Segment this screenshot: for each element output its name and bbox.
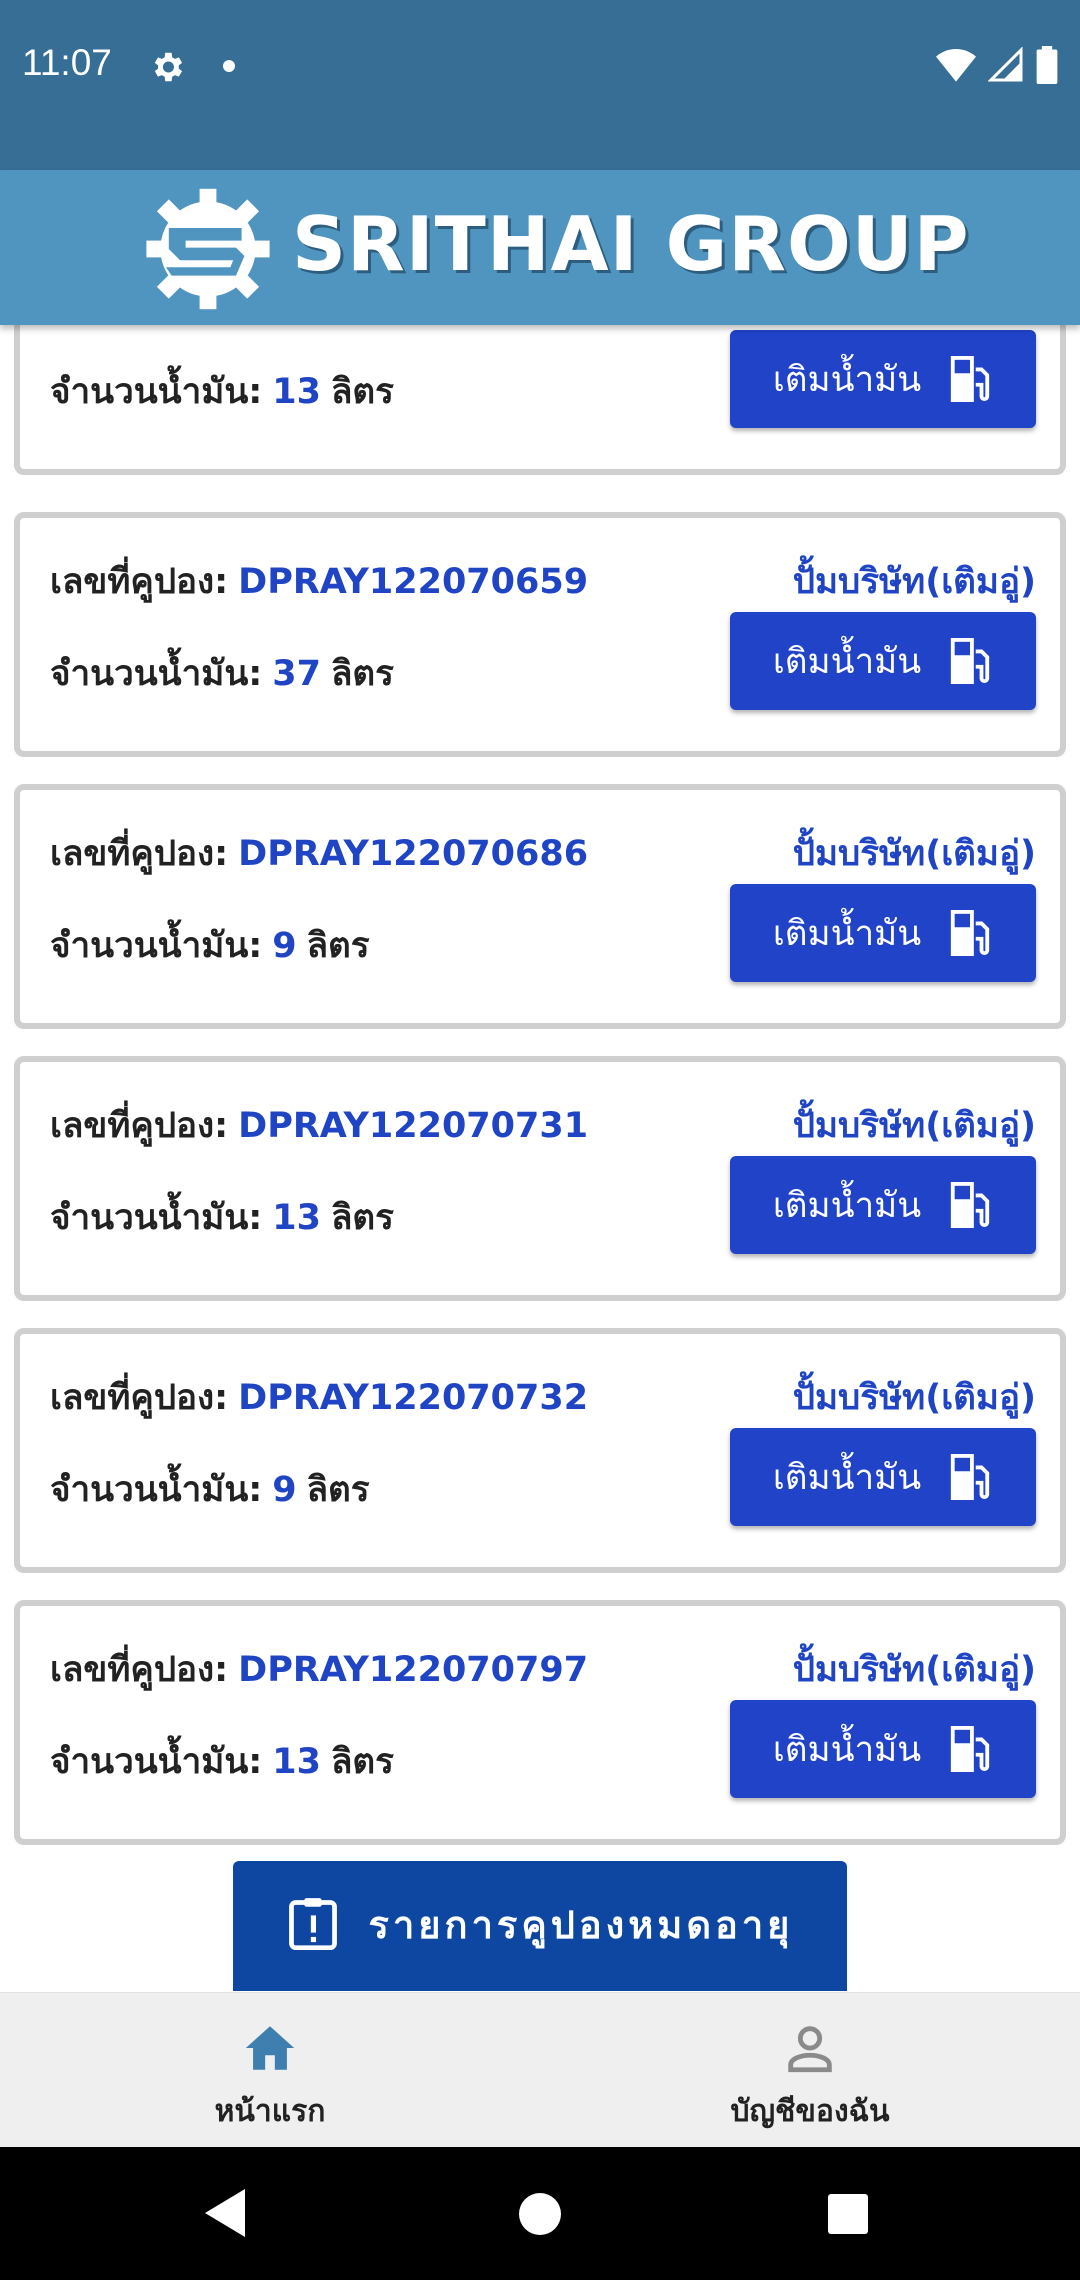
coupon-status: ปั้มบริษัท(เติมอู่) xyxy=(792,834,1036,874)
brand-name: SRITHAI GROUP xyxy=(292,200,970,288)
fuel-amount-row: จำนวนน้ำมัน: 13 ลิตร xyxy=(50,1734,394,1789)
fuel-pump-icon xyxy=(951,1182,990,1228)
fuel-label: จำนวนน้ำมัน: xyxy=(50,1742,263,1782)
fuel-unit: ลิตร xyxy=(330,654,394,694)
status-icons xyxy=(936,46,1058,84)
coupon-card: เลขที่คูปอง: DPRAY122070686 ปั้มบริษัท(เต… xyxy=(14,784,1066,1029)
fill-fuel-button[interactable]: เติมน้ำมัน xyxy=(730,330,1036,428)
fuel-unit: ลิตร xyxy=(306,926,370,966)
coupon-label: เลขที่คูปอง: xyxy=(50,1378,229,1418)
fuel-label: จำนวนน้ำมัน: xyxy=(50,654,263,694)
coupon-status: ปั้มบริษัท(เติมอู่) xyxy=(792,1650,1036,1690)
fuel-liters: 13 xyxy=(272,1742,321,1782)
fill-fuel-label: เติมน้ำมัน xyxy=(772,1729,922,1770)
wifi-icon xyxy=(936,49,976,82)
signal-icon xyxy=(988,47,1023,82)
brand-header: SRITHAI GROUP xyxy=(0,170,1080,325)
fuel-unit: ลิตร xyxy=(330,1198,394,1238)
coupon-code-row: เลขที่คูปอง: DPRAY122070686 xyxy=(50,826,588,881)
fuel-pump-icon xyxy=(951,910,990,956)
fill-fuel-label: เติมน้ำมัน xyxy=(772,359,922,400)
coupon-label: เลขที่คูปอง: xyxy=(50,834,229,874)
fill-fuel-label: เติมน้ำมัน xyxy=(772,913,922,954)
fill-fuel-label: เติมน้ำมัน xyxy=(772,641,922,682)
clipboard-alert-icon xyxy=(288,1898,337,1951)
fuel-pump-icon xyxy=(951,638,990,684)
srithai-logo-icon xyxy=(146,188,270,310)
fuel-liters: 13 xyxy=(272,372,321,412)
coupon-card: เลขที่คูปอง: DPRAY122070797 ปั้มบริษัท(เต… xyxy=(14,1600,1066,1845)
coupon-card: เลขที่คูปอง: DPRAY122070731 ปั้มบริษัท(เต… xyxy=(14,1056,1066,1301)
fuel-amount-row: จำนวนน้ำมัน: 9 ลิตร xyxy=(50,1462,370,1517)
status-time: 11:07 xyxy=(22,42,112,83)
system-nav-bar xyxy=(0,2147,1080,2280)
nav-label-home: หน้าแรก xyxy=(214,2094,326,2129)
fill-fuel-label: เติมน้ำมัน xyxy=(772,1457,922,1498)
battery-icon xyxy=(1036,46,1058,84)
fuel-amount-row: จำนวนน้ำมัน: 9 ลิตร xyxy=(50,918,370,973)
fuel-pump-icon xyxy=(951,356,990,402)
coupon-status: ปั้มบริษัท(เติมอู่) xyxy=(792,1378,1036,1418)
bottom-nav: หน้าแรก บัญชีของฉัน xyxy=(0,1992,1080,2148)
status-bar: 11:07 xyxy=(0,0,1080,170)
nav-item-account[interactable]: บัญชีของฉัน xyxy=(540,1993,1080,2148)
coupon-code-row: เลขที่คูปอง: DPRAY122070797 xyxy=(50,1642,588,1697)
fuel-pump-icon xyxy=(951,1726,990,1772)
coupon-code: DPRAY122070659 xyxy=(238,562,589,602)
coupon-label: เลขที่คูปอง: xyxy=(50,562,229,602)
fuel-amount-row: จำนวนน้ำมัน: 37 ลิตร xyxy=(50,646,394,701)
fuel-unit: ลิตร xyxy=(306,1470,370,1510)
nav-item-home[interactable]: หน้าแรก xyxy=(0,1993,540,2148)
fuel-liters: 13 xyxy=(272,1198,321,1238)
fuel-label: จำนวนน้ำมัน: xyxy=(50,1470,263,1510)
fill-fuel-button[interactable]: เติมน้ำมัน xyxy=(730,1700,1036,1798)
notification-dot-icon xyxy=(223,60,235,72)
coupon-label: เลขที่คูปอง: xyxy=(50,1650,229,1690)
coupon-card: เลขที่คูปอง: DPRAY122070659 ปั้มบริษัท(เต… xyxy=(14,512,1066,757)
coupon-label: เลขที่คูปอง: xyxy=(50,1106,229,1146)
fuel-label: จำนวนน้ำมัน: xyxy=(50,372,263,412)
fill-fuel-button[interactable]: เติมน้ำมัน xyxy=(730,1156,1036,1254)
fuel-amount-row: จำนวนน้ำมัน: 13 ลิตร xyxy=(50,1190,394,1245)
fuel-label: จำนวนน้ำมัน: xyxy=(50,926,263,966)
coupon-status: ปั้มบริษัท(เติมอู่) xyxy=(792,562,1036,602)
coupon-list[interactable]: จำนวนน้ำมัน: 13 ลิตร เติมน้ำมัน เลขที่คูปอ… xyxy=(0,325,1080,1992)
nav-label-account: บัญชีของฉัน xyxy=(730,2094,890,2129)
expired-coupons-button[interactable]: รายการคูปองหมดอายุ xyxy=(233,1861,847,1991)
coupon-status: ปั้มบริษัท(เติมอู่) xyxy=(792,1106,1036,1146)
coupon-code: DPRAY122070686 xyxy=(238,834,589,874)
coupon-card: จำนวนน้ำมัน: 13 ลิตร เติมน้ำมัน xyxy=(14,325,1066,475)
account-icon xyxy=(788,2026,832,2073)
coupon-code-row: เลขที่คูปอง: DPRAY122070732 xyxy=(50,1370,588,1425)
fill-fuel-button[interactable]: เติมน้ำมัน xyxy=(730,1428,1036,1526)
coupon-code: DPRAY122070732 xyxy=(238,1378,589,1418)
expired-coupons-label: รายการคูปองหมดอายุ xyxy=(368,1902,794,1947)
fuel-unit: ลิตร xyxy=(330,372,394,412)
home-icon xyxy=(245,2026,295,2070)
fuel-label: จำนวนน้ำมัน: xyxy=(50,1198,263,1238)
fill-fuel-label: เติมน้ำมัน xyxy=(772,1185,922,1226)
fuel-amount-row: จำนวนน้ำมัน: 13 ลิตร xyxy=(50,364,394,419)
back-icon[interactable] xyxy=(205,2189,245,2237)
fuel-liters: 9 xyxy=(272,926,297,966)
fuel-liters: 9 xyxy=(272,1470,297,1510)
fill-fuel-button[interactable]: เติมน้ำมัน xyxy=(730,884,1036,982)
fuel-pump-icon xyxy=(951,1454,990,1500)
coupon-code: DPRAY122070797 xyxy=(238,1650,589,1690)
coupon-code: DPRAY122070731 xyxy=(238,1106,589,1146)
fuel-unit: ลิตร xyxy=(330,1742,394,1782)
coupon-card: เลขที่คูปอง: DPRAY122070732 ปั้มบริษัท(เต… xyxy=(14,1328,1066,1573)
home-circle-icon[interactable] xyxy=(519,2193,561,2235)
coupon-code-row: เลขที่คูปอง: DPRAY122070659 xyxy=(50,554,588,609)
coupon-code-row: เลขที่คูปอง: DPRAY122070731 xyxy=(50,1098,588,1153)
gear-icon xyxy=(154,52,183,82)
fill-fuel-button[interactable]: เติมน้ำมัน xyxy=(730,612,1036,710)
fuel-liters: 37 xyxy=(272,654,321,694)
recents-icon[interactable] xyxy=(828,2194,868,2234)
